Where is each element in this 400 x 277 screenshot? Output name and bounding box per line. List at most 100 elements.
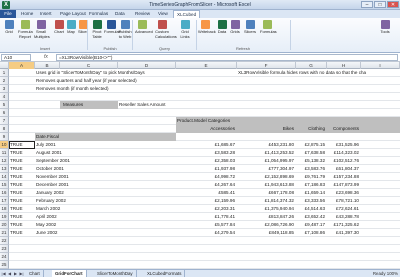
worksheet-grid[interactable]: 1 Uses grid in "SlicerToMonthDay" to pick…: [0, 69, 400, 269]
cell-g12[interactable]: £5,138.32: [296, 157, 326, 165]
select-all-corner[interactable]: [0, 62, 9, 69]
column-header-c[interactable]: C: [60, 62, 118, 69]
cell-e20[interactable]: £5,577.84: [176, 221, 236, 229]
cell-g18[interactable]: £4,514.63: [296, 205, 326, 213]
cell-e18[interactable]: £2,203.31: [176, 205, 236, 213]
cell-f18[interactable]: £1,375,940.94: [237, 205, 295, 213]
cell-b13[interactable]: October 2001: [35, 165, 175, 173]
column-header-h[interactable]: H: [327, 62, 361, 69]
zoom-level[interactable]: 100%: [387, 271, 398, 276]
cell-g8[interactable]: Clothing: [296, 125, 326, 133]
cell-h19[interactable]: £43,288.78: [327, 213, 360, 221]
cell-e15[interactable]: £4,267.64: [176, 181, 236, 189]
row-header-14[interactable]: 14: [0, 173, 9, 181]
cell-e16[interactable]: £585.41: [176, 189, 236, 197]
column-header-a[interactable]: A: [9, 62, 35, 69]
first-sheet-icon[interactable]: |◀: [1, 270, 6, 277]
row-header-22[interactable]: 22: [0, 237, 9, 245]
writeback-button[interactable]: Writeback: [198, 19, 216, 45]
formula-report-button[interactable]: Formula Report: [18, 19, 33, 45]
cell-b19[interactable]: April 2002: [35, 213, 175, 221]
cell-a11[interactable]: TRUE: [9, 149, 34, 157]
cell-f19[interactable]: £813,847.26: [237, 213, 295, 221]
cell-e7[interactable]: Product.Model Categories: [176, 117, 236, 125]
cell-h17[interactable]: £78,721.10: [327, 197, 360, 205]
cell-f11[interactable]: £1,413,253.52: [237, 149, 295, 157]
sheet-tab-gridforchart[interactable]: GridForChart: [52, 270, 87, 277]
maximize-button[interactable]: □: [374, 1, 386, 8]
cell-b1[interactable]: Uses grid in "SlicerToMonthDay" to pick …: [35, 69, 175, 77]
formulas-button[interactable]: Formulas: [104, 19, 121, 45]
custom-calculations-button[interactable]: Custom Calculations: [155, 19, 177, 45]
data-button[interactable]: Data: [215, 19, 229, 45]
tab-insert[interactable]: Insert: [37, 10, 55, 18]
cell-g13[interactable]: £3,583.76: [296, 165, 326, 173]
close-button[interactable]: ✕: [387, 1, 399, 8]
row-header-11[interactable]: 11: [0, 149, 9, 157]
cell-a21[interactable]: TRUE: [9, 229, 34, 237]
row-header-20[interactable]: 20: [0, 221, 9, 229]
tab-data[interactable]: Data: [112, 10, 128, 18]
formulas-button[interactable]: Formulas: [260, 19, 277, 45]
tab-view[interactable]: View: [155, 10, 171, 18]
cell-a14[interactable]: TRUE: [9, 173, 34, 181]
cell-e13[interactable]: £1,937.98: [176, 165, 236, 173]
cell-g15[interactable]: £7,186.83: [296, 181, 326, 189]
row-header-16[interactable]: 16: [0, 189, 9, 197]
name-box[interactable]: A10: [1, 54, 31, 61]
column-header-b[interactable]: B: [35, 62, 60, 69]
cell-b3[interactable]: Removes month (if month selected): [35, 85, 175, 93]
cell-h12[interactable]: £102,512.76: [327, 157, 360, 165]
slicers-button[interactable]: Slicers: [243, 19, 257, 45]
cell-e8[interactable]: Accessories: [176, 125, 236, 133]
row-header-9[interactable]: 9: [0, 133, 9, 141]
cell-e11[interactable]: £3,583.28: [176, 149, 236, 157]
tab-home[interactable]: Home: [18, 10, 36, 18]
tab-review[interactable]: Review: [132, 10, 153, 18]
row-header-8[interactable]: 8: [0, 125, 9, 133]
sheet-tab-xlcubedformats[interactable]: XLCubedFormats: [144, 270, 186, 277]
cell-b20[interactable]: May 2002: [35, 221, 175, 229]
cell-h11[interactable]: £114,323.02: [327, 149, 360, 157]
cell-a17[interactable]: TRUE: [9, 197, 34, 205]
advanced-button[interactable]: Advanced: [135, 19, 153, 45]
row-header-10[interactable]: 10: [0, 141, 9, 149]
cell-b17[interactable]: February 2002: [35, 197, 175, 205]
row-header-5[interactable]: 5: [0, 101, 9, 109]
cell-f21[interactable]: £849,118.85: [237, 229, 295, 237]
cell-f12[interactable]: £1,054,995.97: [237, 157, 295, 165]
cell-h18[interactable]: £72,624.61: [327, 205, 360, 213]
cell-g11[interactable]: £7,638.58: [296, 149, 326, 157]
cell-f8[interactable]: Bikes: [237, 125, 295, 133]
cell-b18[interactable]: March 2002: [35, 205, 175, 213]
cell-h14[interactable]: £157,234.88: [327, 173, 360, 181]
cell-b21[interactable]: June 2002: [35, 229, 175, 237]
row-header-23[interactable]: 23: [0, 245, 9, 253]
grid-button[interactable]: Grid: [2, 19, 16, 45]
cell-a12[interactable]: TRUE: [9, 157, 34, 165]
cell-b12[interactable]: September 2001: [35, 157, 175, 165]
cell-f14[interactable]: £2,152,898.69: [237, 173, 295, 181]
cell-f15[interactable]: £1,943,613.88: [237, 181, 295, 189]
cell-h13[interactable]: £61,804.37: [327, 165, 360, 173]
row-header-1[interactable]: 1: [0, 69, 9, 77]
tab-file[interactable]: File: [0, 10, 16, 18]
cell-f20[interactable]: £2,086,726.90: [237, 221, 295, 229]
cell-h16[interactable]: £23,698.36: [327, 189, 360, 197]
row-header-17[interactable]: 17: [0, 197, 9, 205]
row-header-15[interactable]: 15: [0, 181, 9, 189]
cell-b15[interactable]: December 2001: [35, 181, 175, 189]
cell-g20[interactable]: £9,487.17: [296, 221, 326, 229]
tab-xlcubed[interactable]: XLCubed: [173, 10, 201, 18]
small-multiples-button[interactable]: Small Multiples: [34, 19, 50, 45]
cell-b11[interactable]: August 2001: [35, 149, 175, 157]
cell-e14[interactable]: £4,998.72: [176, 173, 236, 181]
row-header-6[interactable]: 6: [0, 109, 9, 117]
row-header-19[interactable]: 19: [0, 213, 9, 221]
cell-e19[interactable]: £1,778.41: [176, 213, 236, 221]
row-header-4[interactable]: 4: [0, 93, 9, 101]
cell-h15[interactable]: £147,873.99: [327, 181, 360, 189]
cell-e21[interactable]: £4,279.54: [176, 229, 236, 237]
tab-formulas[interactable]: Formulas: [86, 10, 111, 18]
cell-b2[interactable]: Removes quarters and half year (if year …: [35, 77, 175, 85]
